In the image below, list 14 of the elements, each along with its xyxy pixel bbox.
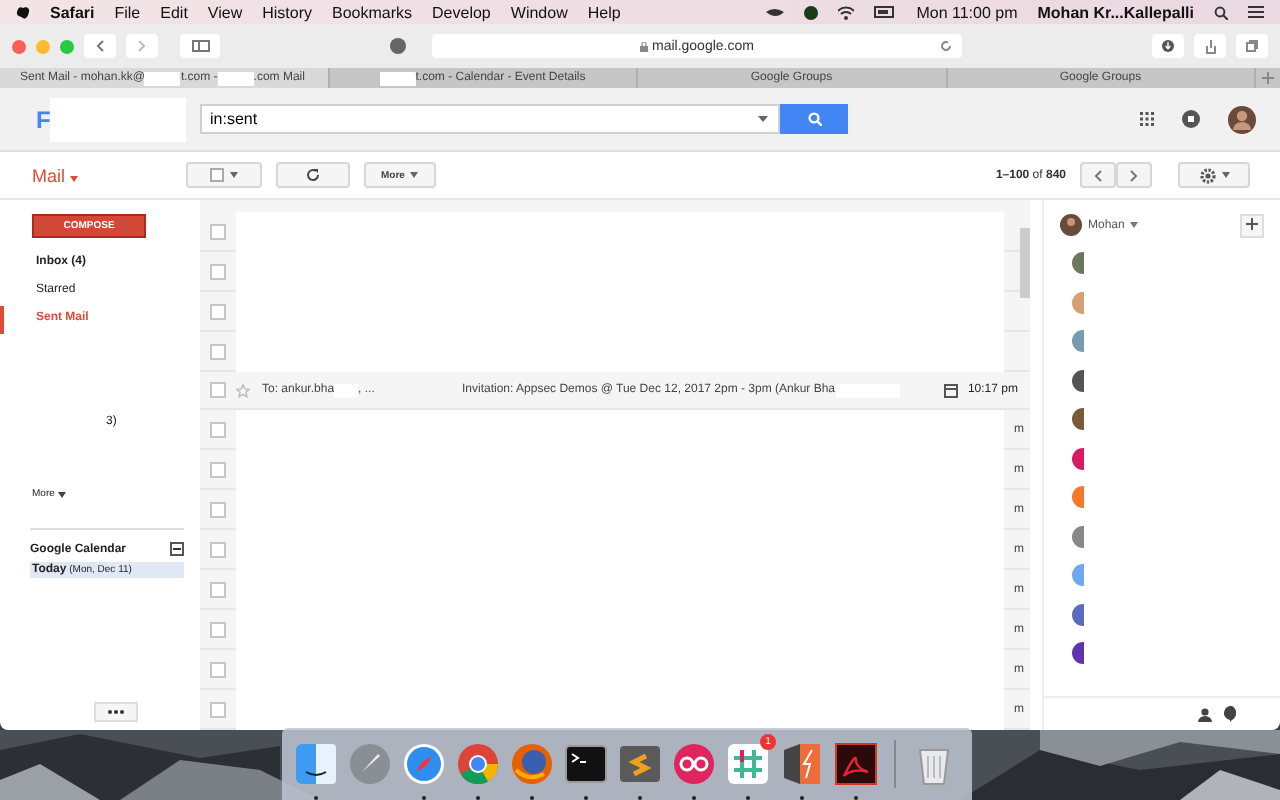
menu-item[interactable]: History [262,3,313,21]
menu-item[interactable]: Window [510,3,568,21]
user-name[interactable]: Mohan Kr...Kallepalli [1037,3,1194,21]
mail-menu[interactable]: Mail [32,165,66,185]
menu-item[interactable]: Help [587,3,621,21]
menu-item[interactable]: Safari [50,3,95,21]
search-field[interactable]: in:sent [200,104,780,134]
logo-text: F [36,105,51,133]
menu-item[interactable]: File [114,3,141,21]
menu-item[interactable]: View [207,3,243,21]
clock-text[interactable]: Mon 11:00 pm [916,3,1018,21]
menu-item[interactable]: Bookmarks [332,3,413,21]
menu-item[interactable]: Edit [160,3,188,21]
menu-item[interactable]: Develop [432,3,491,21]
